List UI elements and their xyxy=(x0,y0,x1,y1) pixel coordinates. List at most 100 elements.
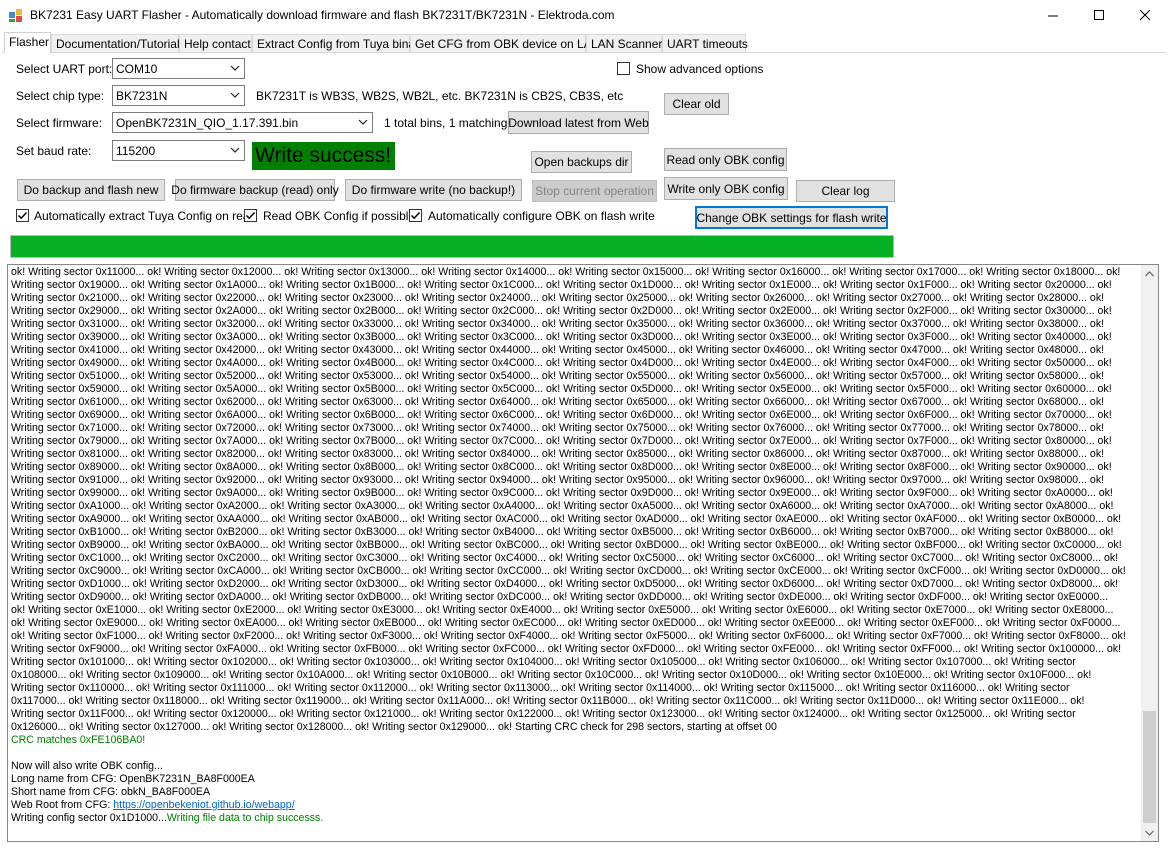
log-line: ok! Writing sector 0xE9000... ok! Writin… xyxy=(11,617,1121,629)
web-root-line: Web Root from CFG: https://openbekeniot.… xyxy=(11,799,1139,812)
uart-port-select[interactable]: COM10 xyxy=(112,58,245,79)
auto-configure-obk-label: Automatically configure OBK on flash wri… xyxy=(428,209,655,223)
tab-lan-scanner[interactable]: LAN Scanner xyxy=(586,34,662,53)
log-line: Writing sector 0x41000... ok! Writing se… xyxy=(11,344,1105,356)
log-line: Writing sector 0x11F000... ok! Writing s… xyxy=(11,708,1076,720)
log-line: 0x117000... ok! Writing sector 0x118000.… xyxy=(11,695,1085,707)
log-blank-line xyxy=(11,747,1139,760)
log-line: Writing sector 0x61000... ok! Writing se… xyxy=(11,396,1105,408)
log-line: Writing sector 0xA9000... ok! Writing se… xyxy=(11,513,1122,525)
auto-configure-obk-checkbox[interactable] xyxy=(409,209,422,222)
log-line: Writing sector 0x110000... ok! Writing s… xyxy=(11,682,1070,694)
read-only-obk-config-button[interactable]: Read only OBK config xyxy=(664,148,787,171)
window-title: BK7231 Easy UART Flasher - Automatically… xyxy=(30,8,615,22)
web-root-link[interactable]: https://openbekeniot.github.io/webapp/ xyxy=(113,799,294,811)
log-line: Writing sector 0x99000... ok! Writing se… xyxy=(11,487,1113,499)
tab-uart-timeouts[interactable]: UART timeouts xyxy=(662,34,748,53)
checkmark-icon xyxy=(410,211,421,220)
log-output[interactable]: ok! Writing sector 0x11000... ok! Writin… xyxy=(7,264,1159,842)
title-bar: BK7231 Easy UART Flasher - Automatically… xyxy=(0,0,1168,31)
log-line: Writing sector 0x21000... ok! Writing se… xyxy=(11,292,1105,304)
minimize-button[interactable] xyxy=(1030,0,1076,31)
chip-type-label: Select chip type: xyxy=(16,89,105,103)
chevron-down-icon xyxy=(358,119,368,125)
write-only-obk-config-button[interactable]: Write only OBK config xyxy=(664,177,788,200)
tab-strip: Flasher Documentation/Tutorials Help con… xyxy=(2,32,1166,53)
read-obk-config-checkbox[interactable] xyxy=(244,209,257,222)
tab-help-contact[interactable]: Help contact xyxy=(179,34,252,53)
config-write-line: Writing config sector 0x1D1000...Writing… xyxy=(11,812,1139,825)
chip-type-note: BK7231T is WB3S, WB2S, WB2L, etc. BK7231… xyxy=(256,89,624,103)
log-lines: ok! Writing sector 0x11000... ok! Writin… xyxy=(11,266,1139,734)
log-line: Writing sector 0xD9000... ok! Writing se… xyxy=(11,591,1109,603)
log-line: Writing sector 0x81000... ok! Writing se… xyxy=(11,448,1105,460)
progress-bar xyxy=(10,235,894,258)
scroll-down-arrow[interactable] xyxy=(1141,824,1158,841)
clear-log-button[interactable]: Clear log xyxy=(796,180,895,202)
log-line: Writing sector 0x59000... ok! Writing se… xyxy=(11,383,1112,395)
log-line: 0x126000... ok! Writing sector 0x127000.… xyxy=(11,721,777,733)
chevron-down-icon xyxy=(230,65,240,71)
log-line: Writing sector 0xB1000... ok! Writing se… xyxy=(11,526,1114,538)
maximize-button[interactable] xyxy=(1076,0,1122,31)
progress-fill xyxy=(11,236,893,257)
crc-match-line: CRC matches 0xFE106BA0! xyxy=(11,734,146,746)
long-name-line: Long name from CFG: OpenBK7231N_BA8F000E… xyxy=(11,773,255,785)
auto-extract-tuya-checkbox[interactable] xyxy=(16,209,29,222)
chevron-down-icon xyxy=(1145,830,1154,836)
log-line: Writing sector 0xF9000... ok! Writing se… xyxy=(11,643,1122,655)
log-line: ok! Writing sector 0xE1000... ok! Writin… xyxy=(11,604,1114,616)
scroll-up-arrow[interactable] xyxy=(1141,265,1158,282)
auto-extract-tuya-label: Automatically extract Tuya Config on rea… xyxy=(34,209,257,223)
checkmark-icon xyxy=(245,211,256,220)
chevron-up-icon xyxy=(1145,270,1154,276)
checkmark-icon xyxy=(17,211,28,220)
config-write-prefix: Writing config sector 0x1D1000... xyxy=(11,812,167,824)
stop-operation-button[interactable]: Stop current operation xyxy=(532,180,657,202)
read-obk-config-label: Read OBK Config if possible xyxy=(263,209,416,223)
change-obk-settings-button[interactable]: Change OBK settings for flash write xyxy=(695,206,888,229)
tab-flasher[interactable]: Flasher xyxy=(4,32,51,53)
config-write-success: Writing file data to chip successs. xyxy=(166,812,324,824)
status-message: Write success! xyxy=(252,142,396,170)
uart-port-label: Select UART port: xyxy=(16,62,113,76)
open-backups-button[interactable]: Open backups dir xyxy=(531,151,632,173)
tab-documentation[interactable]: Documentation/Tutorials xyxy=(51,34,186,53)
log-line: Writing sector 0xB9000... ok! Writing se… xyxy=(11,539,1122,551)
show-advanced-label: Show advanced options xyxy=(636,62,764,76)
close-button[interactable] xyxy=(1122,0,1168,31)
clear-old-button[interactable]: Clear old xyxy=(664,93,729,115)
firmware-backup-button[interactable]: Do firmware backup (read) only xyxy=(171,179,339,201)
obk-config-intro-line: Now will also write OBK config... xyxy=(11,760,163,772)
firmware-value: OpenBK7231N_QIO_1.17.391.bin xyxy=(116,116,299,130)
log-line: Writing sector 0x101000... ok! Writing s… xyxy=(11,656,1076,668)
log-line: Writing sector 0x51000... ok! Writing se… xyxy=(11,370,1105,382)
firmware-write-button[interactable]: Do firmware write (no backup!) xyxy=(345,179,522,201)
uart-port-value: COM10 xyxy=(116,62,158,76)
log-line: ok! Writing sector 0x11000... ok! Writin… xyxy=(11,266,1121,278)
minimize-icon xyxy=(1047,15,1058,17)
log-line: Writing sector 0x79000... ok! Writing se… xyxy=(11,435,1112,447)
backup-and-flash-button[interactable]: Do backup and flash new xyxy=(17,179,165,201)
chip-type-select[interactable]: BK7231N xyxy=(112,85,245,106)
baud-rate-select[interactable]: 115200 xyxy=(112,140,245,161)
tab-get-cfg-lan[interactable]: Get CFG from OBK device on LAN xyxy=(410,34,600,53)
log-line: Writing sector 0x49000... ok! Writing se… xyxy=(11,357,1112,369)
tab-extract-config[interactable]: Extract Config from Tuya binary xyxy=(252,34,425,53)
maximize-icon xyxy=(1093,10,1104,20)
log-line: Writing sector 0xA1000... ok! Writing se… xyxy=(11,500,1114,512)
show-advanced-checkbox[interactable] xyxy=(617,62,630,75)
chevron-down-icon xyxy=(230,92,240,98)
web-root-label: Web Root from CFG: xyxy=(11,799,114,811)
firmware-count-note: 1 total bins, 1 matching. xyxy=(384,116,511,130)
baud-rate-value: 115200 xyxy=(116,144,156,158)
close-icon xyxy=(1139,10,1150,21)
firmware-select[interactable]: OpenBK7231N_QIO_1.17.391.bin xyxy=(112,112,373,133)
log-line: Writing sector 0xC1000... ok! Writing se… xyxy=(11,552,1119,564)
log-line: Writing sector 0x91000... ok! Writing se… xyxy=(11,474,1105,486)
download-latest-button[interactable]: Download latest from Web xyxy=(508,111,649,134)
log-line: Writing sector 0x69000... ok! Writing se… xyxy=(11,409,1112,421)
log-line: Writing sector 0xC9000... ok! Writing se… xyxy=(11,565,1126,577)
scroll-thumb[interactable] xyxy=(1143,711,1156,823)
log-scrollbar[interactable] xyxy=(1141,265,1158,841)
